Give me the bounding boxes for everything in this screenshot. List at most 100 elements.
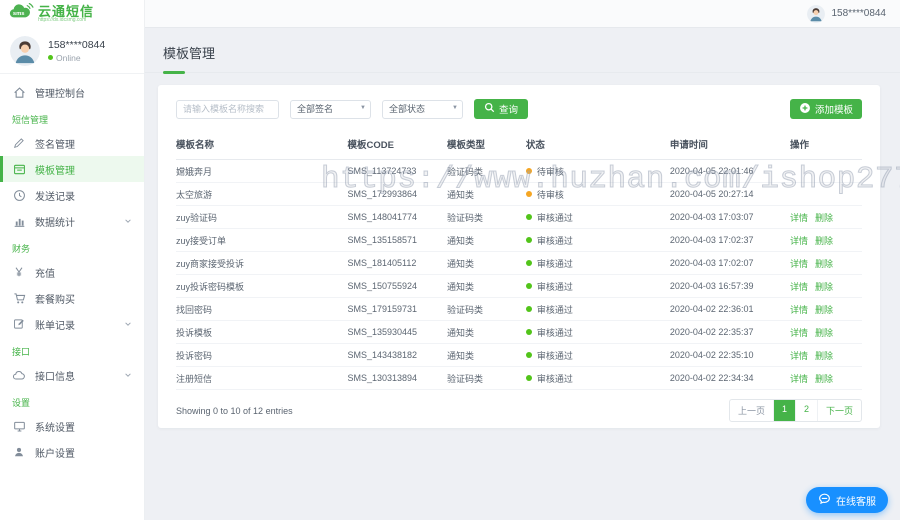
table-row: zuy投诉密码模板 SMS_150755924 通知类 审核通过 2020-04-03 … [176,274,862,298]
delete-link[interactable]: 删除 [815,374,833,384]
filter-row: 全部签名 ▼ 全部状态 ▼ 查询 添加模板 [176,99,862,119]
sidebar-item-yen[interactable]: 充值 [0,259,144,285]
apply-time: 2020-04-02 22:36:01 [669,304,754,314]
detail-link[interactable]: 详情 [790,236,808,246]
template-code: SMS_130313894 [347,373,418,383]
detail-link[interactable]: 详情 [790,213,808,223]
sidebar-item-cart[interactable]: 套餐购买 [0,285,144,311]
chevron-down-icon [124,217,132,225]
avatar[interactable] [806,4,825,23]
sidebar-item-clock[interactable]: 发送记录 [0,182,144,208]
delete-link[interactable]: 删除 [815,259,833,269]
template-code: SMS_181405112 [347,258,417,268]
status-select[interactable]: 全部状态 [382,99,463,119]
pagination-prev[interactable]: 上一页 [730,400,773,421]
status-dot-icon [525,282,532,289]
brand-name: 云通短信 [38,3,95,19]
sidebar-item-chart[interactable]: 数据统计 [0,208,144,234]
status-dot-icon [525,167,532,174]
delete-link[interactable]: 删除 [815,328,833,338]
delete-link[interactable]: 删除 [815,282,833,292]
col-header-type: 模板类型 [446,132,526,160]
table-row: zuy验证码 SMS_148041774 验证码类 审核通过 2020-04-03 17… [176,205,862,229]
detail-link[interactable]: 详情 [790,374,808,384]
apply-time: 2020-04-02 22:35:37 [669,327,754,337]
sidebar-item-bill[interactable]: 账单记录 [0,311,144,337]
template-table-body: 嫦娥奔月 SMS_113724733 验证码类 待审核 2020-04-05 22:01… [176,159,862,390]
template-code: SMS_135158571 [347,235,418,245]
sidebar-item-label: 接口信息 [35,371,75,383]
pagination-page-1[interactable]: 1 [772,400,795,421]
cart-icon [12,291,26,305]
pagination-page-2[interactable]: 2 [794,400,817,421]
apply-time: 2020-04-03 17:03:07 [669,212,754,222]
apply-time: 2020-04-03 17:02:07 [669,258,754,268]
table-row: 投诉密码 SMS_143438182 通知类 审核通过 2020-04-02 22:35… [176,343,862,367]
template-type: 通知类 [446,281,474,292]
template-name: 太空旅游 [176,189,213,200]
brand-logo[interactable]: sms 云通短信 https://dx.idcsmg.com [0,0,145,28]
online-support-button[interactable]: 在线客服 [806,487,888,513]
sidebar-item-home[interactable]: 管理控制台 [0,79,144,105]
avatar [10,35,40,66]
sidebar-item-pencil[interactable]: 签名管理 [0,130,144,156]
status-label: 待审核 [536,189,564,200]
col-header-code: 模板CODE [347,132,447,160]
sidebar-item-label: 管理控制台 [35,88,85,100]
status-label: 审核通过 [536,350,573,361]
status-label: 审核通过 [536,235,573,246]
template-name: 注册短信 [176,373,213,384]
detail-link[interactable]: 详情 [790,351,808,361]
template-icon [12,162,26,176]
detail-link[interactable]: 详情 [790,282,808,292]
pagination-next[interactable]: 下一页 [816,400,861,421]
sidebar-item-template[interactable]: 模板管理 [0,156,144,182]
sidebar-username: 158****0844 [48,38,106,51]
add-template-button[interactable]: 添加模板 [789,99,862,119]
topbar-username[interactable]: 158****0844 [832,8,887,19]
template-name: zuy验证码 [176,212,218,223]
apply-time: 2020-04-02 22:35:10 [669,350,754,360]
table-footer: Showing 0 to 10 of 12 entries 上一页 1 2 下一页 [176,399,862,422]
delete-link[interactable]: 删除 [815,351,833,361]
detail-link[interactable]: 详情 [790,328,808,338]
app-root: sms 云通短信 https://dx.idcsmg.com 158****08… [0,0,900,520]
delete-link[interactable]: 删除 [815,213,833,223]
table-row: 嫦娥奔月 SMS_113724733 验证码类 待审核 2020-04-05 22:01… [176,159,862,183]
search-button[interactable]: 查询 [474,99,529,119]
col-header-time: 申请时间 [669,132,790,160]
sidebar-item-cloud[interactable]: 接口信息 [0,362,144,388]
apply-time: 2020-04-03 16:57:39 [669,281,754,291]
topbar: sms 云通短信 https://dx.idcsmg.com 158****08… [0,0,900,28]
chevron-down-icon [124,320,132,328]
sidebar-item-user[interactable]: 账户设置 [0,439,144,465]
sms-cloud-logo-icon: sms [7,2,34,26]
sidebar-item-monitor[interactable]: 系统设置 [0,413,144,439]
apply-time: 2020-04-05 22:01:46 [669,166,754,176]
col-header-action: 操作 [789,132,862,160]
signature-select[interactable]: 全部签名 [290,99,371,119]
status-label: 审核通过 [536,258,573,269]
status-label: 审核通过 [536,327,573,338]
template-name: 找回密码 [176,304,213,315]
table-row: 投诉模板 SMS_135930445 通知类 审核通过 2020-04-02 22:35… [176,320,862,344]
delete-link[interactable]: 删除 [815,305,833,315]
template-code: SMS_143438182 [347,350,418,360]
detail-link[interactable]: 详情 [790,259,808,269]
yen-icon [12,265,26,279]
chart-icon [12,214,26,228]
sidebar-item-label: 系统设置 [35,422,75,434]
status-label: 审核通过 [536,373,573,384]
topbar-right: 158****0844 [145,0,900,27]
template-code: SMS_135930445 [347,327,418,337]
sidebar-item-label: 账单记录 [35,320,75,332]
template-code: SMS_148041774 [347,212,418,222]
user-icon [12,445,26,459]
template-name: zuy接受订单 [176,235,227,246]
template-type: 通知类 [446,258,474,269]
template-search-input[interactable] [176,99,279,119]
sidebar-item-label: 签名管理 [35,139,75,151]
delete-link[interactable]: 删除 [815,236,833,246]
sidebar-section-label: 设置 [12,398,31,408]
detail-link[interactable]: 详情 [790,305,808,315]
